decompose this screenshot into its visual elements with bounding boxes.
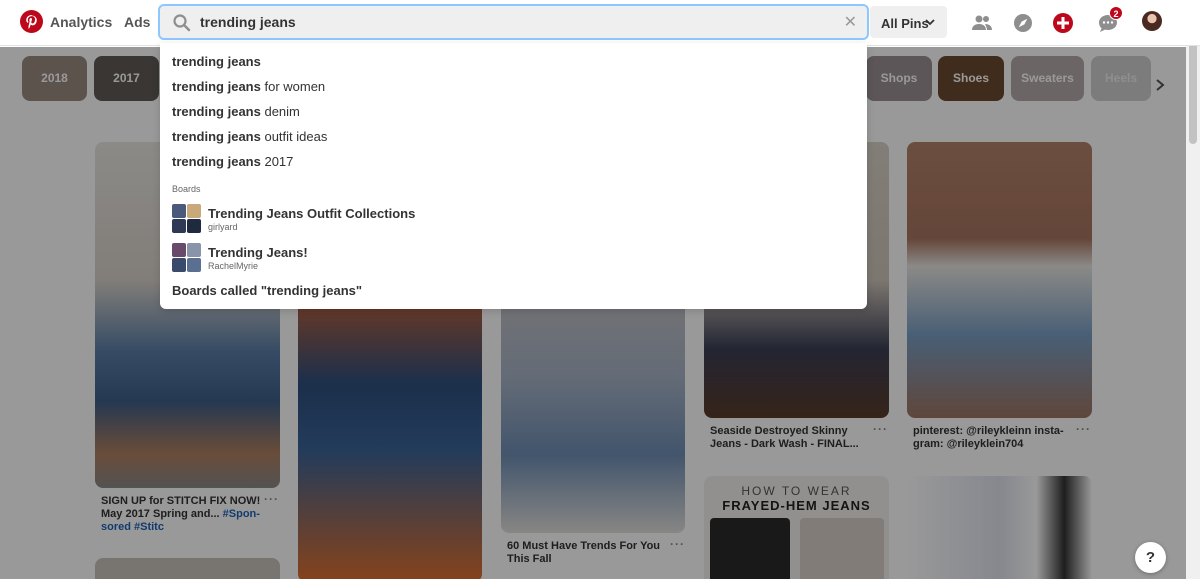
suggestion-item[interactable]: trending jeans denim: [172, 104, 300, 119]
search-icon: [173, 14, 191, 32]
search-scope-dropdown[interactable]: All Pins: [870, 6, 947, 38]
board-thumbnail: [172, 243, 201, 272]
suggestion-item[interactable]: trending jeans outfit ideas: [172, 129, 327, 144]
avatar[interactable]: [1142, 11, 1162, 31]
create-plus-icon[interactable]: [1052, 12, 1074, 34]
nav-ads[interactable]: Ads: [124, 14, 150, 30]
top-header: Analytics Ads ✕ All Pins 2: [0, 0, 1200, 46]
search-box[interactable]: ✕: [158, 4, 869, 40]
boards-heading: Boards: [172, 184, 201, 194]
search-suggestions-dropdown: trending jeans trending jeans for women …: [160, 43, 867, 309]
notification-badge: 2: [1109, 6, 1123, 20]
search-input[interactable]: [200, 10, 820, 34]
suggestion-item[interactable]: trending jeans 2017: [172, 154, 293, 169]
suggestion-item[interactable]: trending jeans for women: [172, 79, 325, 94]
board-owner: girlyard: [208, 222, 238, 232]
clear-search-icon[interactable]: ✕: [844, 12, 857, 32]
board-thumbnail: [172, 204, 201, 233]
explore-compass-icon[interactable]: [1012, 12, 1034, 34]
boards-called-link[interactable]: Boards called "trending jeans": [172, 283, 362, 298]
board-name: Trending Jeans!: [208, 245, 308, 260]
chevron-down-icon: [925, 19, 935, 26]
pinterest-p-icon: [26, 14, 37, 29]
board-name: Trending Jeans Outfit Collections: [208, 206, 416, 221]
page-scrollbar[interactable]: [1186, 0, 1200, 579]
pinterest-logo[interactable]: [20, 10, 43, 33]
board-owner: RachelMyrie: [208, 261, 259, 271]
search-scope-label: All Pins: [881, 16, 929, 31]
following-people-icon[interactable]: [971, 12, 993, 34]
help-button[interactable]: ?: [1135, 542, 1166, 573]
nav-analytics[interactable]: Analytics: [50, 14, 112, 30]
suggestion-item[interactable]: trending jeans: [172, 54, 261, 69]
